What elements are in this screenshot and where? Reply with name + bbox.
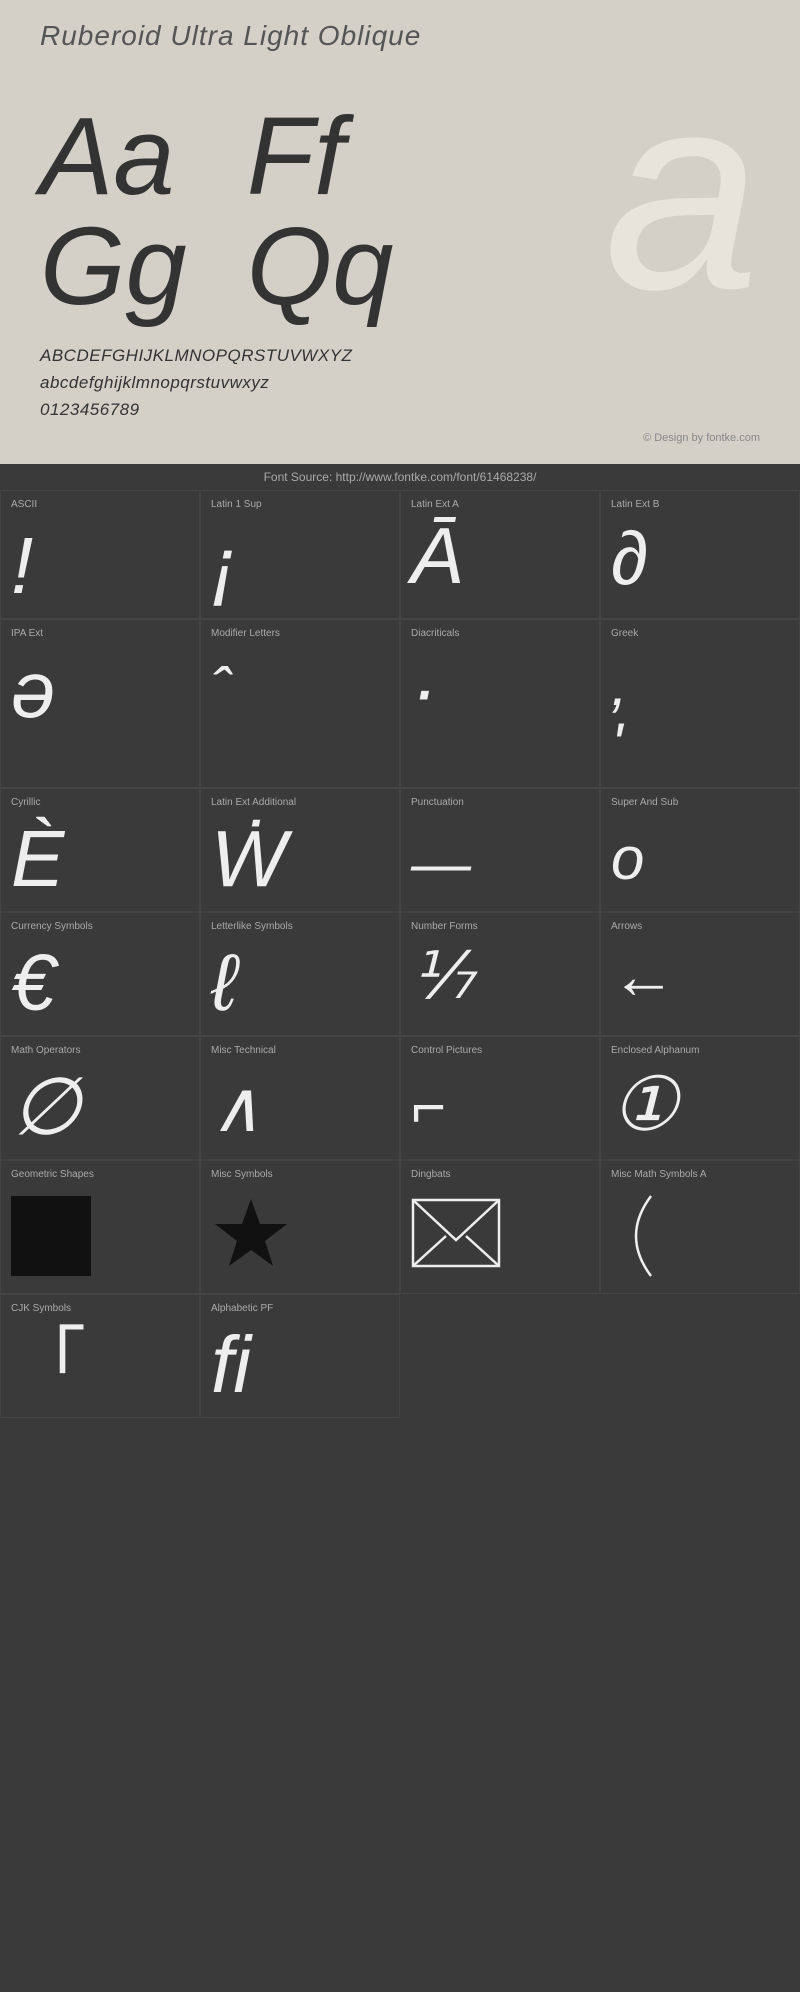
char-block-label-currencysymbols: Currency Symbols <box>11 921 93 932</box>
char-block-currencysymbols: Currency Symbols€ <box>0 912 200 1036</box>
alphabet-uppercase: ABCDEFGHIJKLMNOPQRSTUVWXYZ abcdefghijklm… <box>40 342 760 424</box>
char-block-cyrillic: CyrillicÈ <box>0 788 200 912</box>
letter-pair-ff: Ff <box>247 102 394 212</box>
char-block-label-ascii: ASCII <box>11 499 37 510</box>
char-block-label-latin1sup: Latin 1 Sup <box>211 499 262 510</box>
char-block-miscsymbols: Misc Symbols <box>200 1160 400 1294</box>
preview-section: Ruberoid Ultra Light Oblique Aa Gg Ff Qq… <box>0 0 800 464</box>
char-block-enclosedalphanum: Enclosed Alphanum① <box>600 1036 800 1160</box>
char-block-label-numberforms: Number Forms <box>411 921 478 932</box>
char-block-label-dingbats: Dingbats <box>411 1169 450 1180</box>
letter-pair-gg: Gg <box>40 212 187 322</box>
char-block-label-misctechnical: Misc Technical <box>211 1045 276 1056</box>
char-block-miscmathsymbolsa: Misc Math Symbols A <box>600 1160 800 1294</box>
char-block-label-modletters: Modifier Letters <box>211 628 280 639</box>
char-block-modletters: Modifier Lettersˆ <box>200 619 400 788</box>
font-source: Font Source: http://www.fontke.com/font/… <box>0 464 800 490</box>
char-block-label-latinexta: Latin Ext A <box>411 499 459 510</box>
char-block-latinextb: Latin Ext B∂ <box>600 490 800 619</box>
envelope-svg <box>411 1198 501 1268</box>
letter-grid: Aa Gg Ff Qq a <box>40 62 760 322</box>
bracket-svg <box>611 1191 661 1281</box>
char-block-latin1sup: Latin 1 Sup¡ <box>200 490 400 619</box>
char-block-label-punctuation: Punctuation <box>411 797 464 808</box>
letter-pair-aa: Aa <box>40 102 187 212</box>
copyright: © Design by fontke.com <box>40 432 760 449</box>
char-block-mathoperators: Math Operators∅ <box>0 1036 200 1160</box>
char-block-label-letterlikesymbols: Letterlike Symbols <box>211 921 293 932</box>
char-grid: ASCII!Latin 1 Sup¡Latin Ext AĀLatin Ext … <box>0 490 800 1418</box>
char-block-punctuation: Punctuation— <box>400 788 600 912</box>
char-block-ciksymbols: CJK Symbols「 <box>0 1294 200 1418</box>
char-block-label-cyrillic: Cyrillic <box>11 797 40 808</box>
char-block-numberforms: Number Forms⅐ <box>400 912 600 1036</box>
char-block-latinexta: Latin Ext AĀ <box>400 490 600 619</box>
char-block-ascii: ASCII! <box>0 490 200 619</box>
char-block-latinextadditional: Latin Ext AdditionalẆ <box>200 788 400 912</box>
char-block-label-enclosedalphanum: Enclosed Alphanum <box>611 1045 699 1056</box>
char-block-arrows: Arrows← <box>600 912 800 1036</box>
char-block-label-miscmathsymbolsa: Misc Math Symbols A <box>611 1169 707 1180</box>
char-block-label-diacriticals: Diacriticals <box>411 628 459 639</box>
char-block-superandsub: Super And Subo <box>600 788 800 912</box>
char-block-ipaext: IPA Extə <box>0 619 200 788</box>
char-block-label-alphabeticpf: Alphabetic PF <box>211 1303 273 1314</box>
char-block-label-miscsymbols: Misc Symbols <box>211 1169 273 1180</box>
letter-pair-qq: Qq <box>247 212 394 322</box>
char-block-label-latinextb: Latin Ext B <box>611 499 659 510</box>
char-block-diacriticals: Diacriticals· <box>400 619 600 788</box>
char-block-label-controlpictures: Control Pictures <box>411 1045 482 1056</box>
char-block-label-latinextadditional: Latin Ext Additional <box>211 797 296 808</box>
char-block-label-geometricshapes: Geometric Shapes <box>11 1169 94 1180</box>
char-block-label-mathoperators: Math Operators <box>11 1045 80 1056</box>
char-block-controlpictures: Control Pictures⌐ <box>400 1036 600 1160</box>
char-block-geometricshapes: Geometric Shapes <box>0 1160 200 1294</box>
char-block-label-ipaext: IPA Ext <box>11 628 43 639</box>
letter-large-a: a <box>604 52 760 332</box>
char-block-letterlikesymbols: Letterlike Symbolsℓ <box>200 912 400 1036</box>
char-block-label-ciksymbols: CJK Symbols <box>11 1303 71 1314</box>
char-block-misctechnical: Misc Technical∧ <box>200 1036 400 1160</box>
char-block-alphabeticpf: Alphabetic PFﬁ <box>200 1294 400 1418</box>
star-svg <box>211 1194 291 1274</box>
char-block-label-greek: Greek <box>611 628 638 639</box>
char-block-label-arrows: Arrows <box>611 921 642 932</box>
char-block-dingbats: Dingbats <box>400 1160 600 1294</box>
char-block-greek: Greek,' <box>600 619 800 788</box>
char-block-label-superandsub: Super And Sub <box>611 797 678 808</box>
